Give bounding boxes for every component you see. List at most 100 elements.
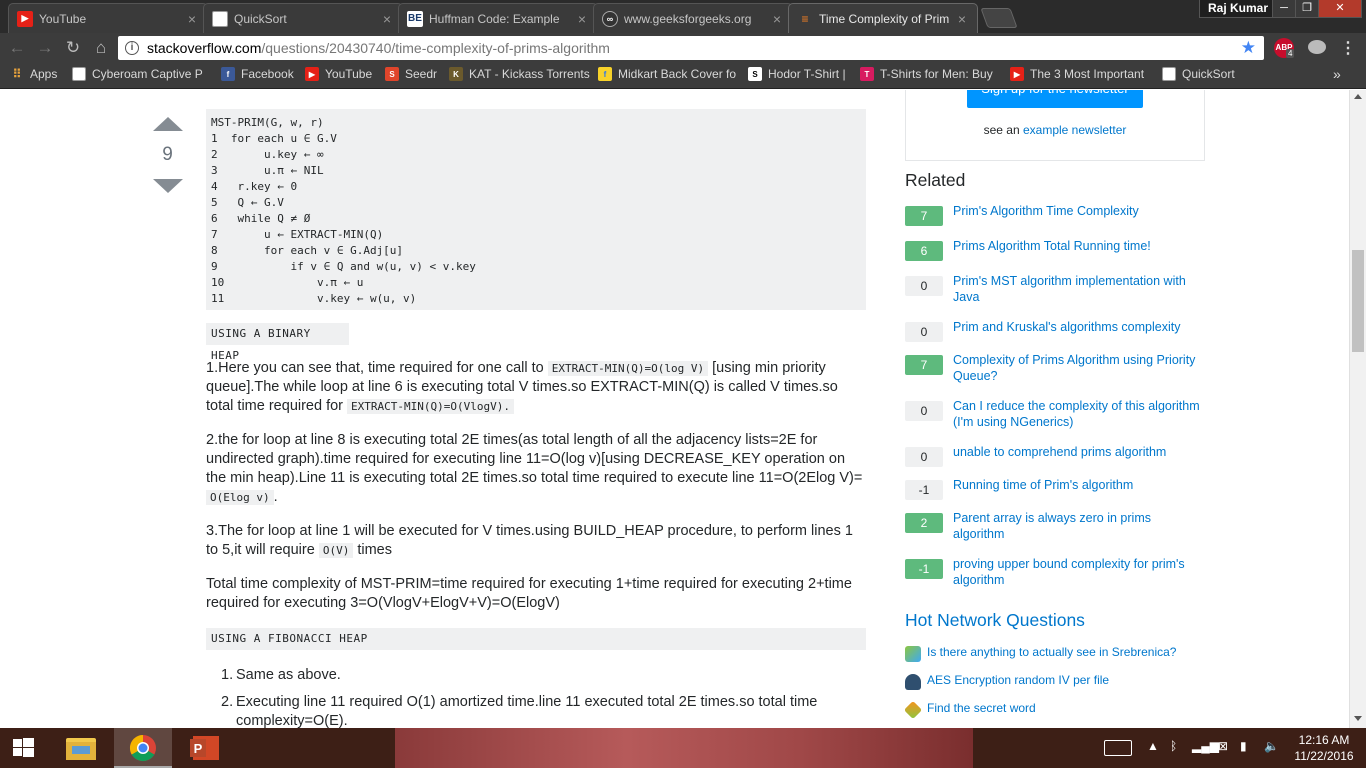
bookmark-facebook[interactable]: f Facebook bbox=[221, 67, 294, 81]
bookmark-youtube[interactable]: ▶ YouTube bbox=[305, 67, 372, 81]
bookmark-midkart[interactable]: f Midkart Back Cover fo bbox=[598, 67, 736, 81]
inline-code: O(V) bbox=[318, 543, 354, 558]
bookmark-apps[interactable]: ⠿ Apps bbox=[10, 67, 58, 81]
code-line: 11 v.key ← w(u, v) bbox=[211, 292, 417, 305]
upvote-arrow-icon[interactable] bbox=[153, 117, 183, 131]
related-item[interactable]: 0 Prim's MST algorithm implementation wi… bbox=[905, 273, 1205, 310]
related-item[interactable]: 6 Prims Algorithm Total Running time! bbox=[905, 238, 1205, 275]
bookmark-cyberoam[interactable]: Cyberoam Captive P bbox=[72, 67, 203, 81]
hnq-link[interactable]: Is there anything to actually see in Sre… bbox=[927, 645, 1176, 659]
info-icon[interactable]: i bbox=[125, 41, 139, 55]
bookmark-3-most-important[interactable]: ▶ The 3 Most Important bbox=[1010, 67, 1144, 81]
bluetooth-icon[interactable]: ᛒ bbox=[1170, 739, 1177, 753]
page-scrollbar[interactable] bbox=[1349, 90, 1366, 728]
inline-code: EXTRACT-MIN(Q)=O(log V) bbox=[547, 361, 709, 376]
related-item[interactable]: 2 Parent array is always zero in prims a… bbox=[905, 510, 1205, 547]
new-tab-button[interactable] bbox=[980, 8, 1018, 28]
more-bookmarks-chevron-icon[interactable]: » bbox=[1333, 66, 1341, 82]
tab-quicksort[interactable]: QuickSort × bbox=[203, 3, 403, 33]
bookmark-quicksort[interactable]: QuickSort bbox=[1162, 67, 1235, 81]
restore-button[interactable]: ❐ bbox=[1295, 0, 1319, 18]
hnq-item[interactable]: Is there anything to actually see in Sre… bbox=[905, 645, 1205, 665]
related-item[interactable]: -1 proving upper bound complexity for pr… bbox=[905, 556, 1205, 593]
svg-text:P: P bbox=[194, 741, 203, 756]
kat-icon: K bbox=[449, 67, 463, 81]
related-link[interactable]: proving upper bound complexity for prim'… bbox=[953, 556, 1203, 588]
back-button[interactable]: ← bbox=[6, 37, 28, 59]
related-link[interactable]: Can I reduce the complexity of this algo… bbox=[953, 398, 1203, 430]
related-link[interactable]: Parent array is always zero in prims alg… bbox=[953, 510, 1203, 542]
related-item[interactable]: 0 Prim and Kruskal's algorithms complexi… bbox=[905, 319, 1205, 356]
chrome-menu-icon[interactable]: ⋮ bbox=[1340, 38, 1356, 58]
bookmark-tshirts[interactable]: T T-Shirts for Men: Buy bbox=[860, 67, 993, 81]
home-button[interactable]: ⌂ bbox=[90, 37, 112, 59]
close-icon[interactable]: × bbox=[185, 11, 199, 27]
tab-youtube[interactable]: ▶ YouTube × bbox=[8, 3, 208, 33]
hnq-link[interactable]: AES Encryption random IV per file bbox=[927, 673, 1109, 687]
show-hidden-icons-chevron-icon[interactable]: ▲ bbox=[1147, 739, 1159, 753]
taskbar-file-explorer[interactable] bbox=[52, 728, 110, 768]
crypto-site-icon bbox=[905, 674, 921, 690]
close-icon[interactable]: × bbox=[770, 11, 784, 27]
scroll-down-arrow-icon[interactable] bbox=[1354, 716, 1362, 721]
touch-keyboard-icon[interactable] bbox=[1104, 740, 1132, 756]
related-item[interactable]: 7 Prim's Algorithm Time Complexity bbox=[905, 203, 1205, 240]
taskbar-chrome[interactable] bbox=[114, 728, 172, 768]
hnq-link[interactable]: Find the secret word bbox=[927, 701, 1036, 715]
related-link[interactable]: Prims Algorithm Total Running time! bbox=[953, 238, 1203, 254]
tab-huffman[interactable]: BE Huffman Code: Example × bbox=[398, 3, 598, 33]
newsletter-signup-button[interactable]: Sign up for the newsletter bbox=[967, 90, 1143, 108]
bookmark-label: Seedr bbox=[405, 67, 438, 81]
close-icon[interactable]: × bbox=[955, 11, 969, 27]
battery-icon[interactable]: ▮ bbox=[1240, 739, 1247, 753]
windows-logo-icon bbox=[13, 738, 34, 757]
related-link[interactable]: Running time of Prim's algorithm bbox=[953, 477, 1203, 493]
list-item: 2. Executing line 11 required O(1) amort… bbox=[206, 693, 866, 728]
page-icon bbox=[72, 67, 86, 81]
forward-button[interactable]: → bbox=[34, 37, 56, 59]
bookmark-hodor[interactable]: S Hodor T-Shirt | bbox=[748, 67, 846, 81]
downvote-arrow-icon[interactable] bbox=[153, 179, 183, 193]
bookmark-label: Apps bbox=[30, 67, 58, 81]
system-clock[interactable]: 12:16 AM 11/22/2016 bbox=[1290, 732, 1358, 764]
hnq-item[interactable]: Find the secret word bbox=[903, 700, 1205, 721]
related-item[interactable]: 7 Complexity of Prims Algorithm using Pr… bbox=[905, 352, 1205, 389]
tab-geeksforgeeks[interactable]: ∞ www.geeksforgeeks.org × bbox=[593, 3, 793, 33]
close-icon[interactable]: × bbox=[380, 11, 394, 27]
tab-label: QuickSort bbox=[234, 11, 287, 26]
volume-icon[interactable]: 🔈 bbox=[1264, 739, 1279, 753]
related-item[interactable]: 0 unable to comprehend prims algorithm bbox=[905, 444, 1205, 481]
reload-button[interactable]: ↻ bbox=[62, 37, 84, 59]
start-button[interactable] bbox=[0, 728, 48, 768]
related-link[interactable]: unable to comprehend prims algorithm bbox=[953, 444, 1203, 460]
profile-button[interactable]: Raj Kumar bbox=[1199, 0, 1278, 18]
bookmark-seedr[interactable]: S Seedr bbox=[385, 67, 437, 81]
close-window-button[interactable]: ✕ bbox=[1318, 0, 1362, 18]
hnq-item[interactable]: AES Encryption random IV per file bbox=[905, 673, 1205, 693]
related-link[interactable]: Prim's MST algorithm implementation with… bbox=[953, 273, 1203, 305]
related-link[interactable]: Prim and Kruskal's algorithms complexity bbox=[953, 319, 1203, 335]
related-link[interactable]: Prim's Algorithm Time Complexity bbox=[953, 203, 1203, 219]
minimize-button[interactable]: ─ bbox=[1272, 0, 1296, 18]
example-newsletter-link[interactable]: example newsletter bbox=[1023, 123, 1126, 137]
mst-prim-code-block: MST-PRIM(G, w, r) 1 for each u ∈ G.V 2 u… bbox=[206, 109, 866, 310]
taskbar-powerpoint[interactable]: P bbox=[176, 728, 234, 768]
scroll-thumb[interactable] bbox=[1352, 250, 1364, 352]
scroll-up-arrow-icon[interactable] bbox=[1354, 94, 1362, 99]
list-text: Same as above. bbox=[236, 667, 341, 683]
bookmark-kat[interactable]: K KAT - Kickass Torrents bbox=[449, 67, 590, 81]
tshirt-icon: T bbox=[860, 67, 874, 81]
youtube-icon: ▶ bbox=[17, 10, 33, 27]
code-line: MST-PRIM(G, w, r) bbox=[211, 116, 324, 129]
related-link[interactable]: Complexity of Prims Algorithm using Prio… bbox=[953, 352, 1203, 384]
network-off-icon[interactable]: ⊠ bbox=[1218, 739, 1228, 753]
related-item[interactable]: 0 Can I reduce the complexity of this al… bbox=[905, 398, 1205, 435]
extension-icon[interactable] bbox=[1308, 40, 1326, 54]
hot-network-questions-heading[interactable]: Hot Network Questions bbox=[905, 610, 1085, 631]
tab-time-complexity[interactable]: ≡ Time Complexity of Prim × bbox=[788, 3, 978, 33]
bookmark-star-icon[interactable]: ★ bbox=[1241, 36, 1256, 60]
close-icon[interactable]: × bbox=[575, 11, 589, 27]
signal-strength-icon[interactable]: ▂▄▆ bbox=[1192, 739, 1219, 753]
address-bar[interactable]: i stackoverflow.com/questions/20430740/t… bbox=[118, 36, 1264, 60]
related-item[interactable]: -1 Running time of Prim's algorithm bbox=[905, 477, 1205, 514]
